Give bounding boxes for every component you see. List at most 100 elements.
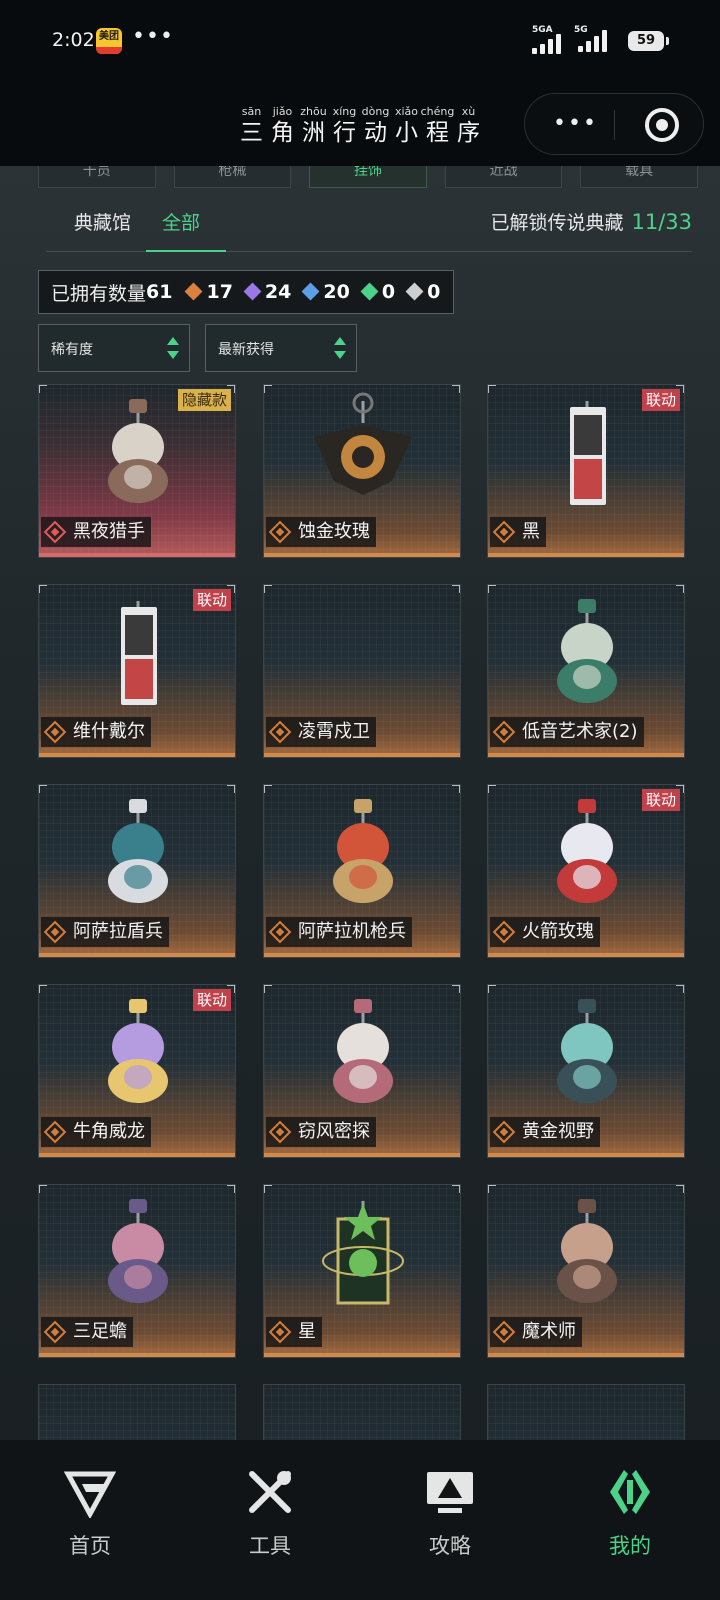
signal-5g-icon: [578, 28, 607, 52]
collection-page: 干员 枪械 挂饰 近战 载具 典藏馆 全部 已解锁传说典藏 11/33 已拥有数量 61 …: [0, 166, 720, 1440]
nav-label: 首页: [69, 1534, 111, 1558]
rabbit-spy-charm: [333, 999, 393, 1103]
charm-card[interactable]: 窃风密探: [263, 984, 461, 1158]
charm-name: 牛角威龙: [73, 1121, 145, 1142]
charm-card[interactable]: 阿萨拉盾兵: [38, 784, 236, 958]
rarity-diamond-icon: [268, 720, 292, 744]
rarity-bar: [39, 1153, 235, 1157]
title-char: xíng 行: [330, 105, 359, 147]
category-tabs: 干员 枪械 挂饰 近战 载具: [38, 166, 698, 188]
charm-card[interactable]: 联动 维什戴尔: [38, 584, 236, 758]
charm-card[interactable]: 联动黑: [487, 384, 685, 558]
nav-label: 攻略: [429, 1534, 471, 1558]
rarity-count: 24: [243, 281, 291, 303]
nav-item[interactable]: 首页: [0, 1440, 180, 1600]
signal-5ga-icon: [532, 30, 561, 54]
unlock-label: 已解锁传说典藏: [490, 212, 624, 234]
gunner-charm: [333, 799, 393, 903]
title-hanzi: 动: [364, 120, 387, 146]
charm-card[interactable]: 凌霄戍卫: [263, 584, 461, 758]
charm-name: 黑夜猎手: [73, 521, 145, 542]
card-corner-mark: [452, 1185, 460, 1193]
charm-tag-badge: 隐藏款: [177, 389, 231, 411]
tab-category[interactable]: 近战: [444, 166, 563, 188]
charm-name-label: 阿萨拉机枪兵: [266, 917, 412, 947]
title-pinyin: chéng: [420, 105, 455, 118]
tab-category[interactable]: 挂饰: [309, 166, 427, 188]
card-corner-mark: [676, 585, 684, 593]
charm-card[interactable]: 星: [263, 1184, 461, 1358]
battery-icon: 59: [628, 31, 669, 51]
card-corner-mark: [488, 985, 496, 993]
card-corner-mark: [488, 585, 496, 593]
charm-card[interactable]: 联动 火箭玫瑰: [487, 784, 685, 958]
charm-name-label: 窃风密探: [266, 1117, 376, 1147]
miniprogram-capsule: •••: [524, 93, 704, 155]
rarity-bar: [39, 953, 235, 957]
card-corner-mark: [452, 985, 460, 993]
card-corner-mark: [39, 1185, 47, 1193]
charm-name-label: 牛角威龙: [41, 1117, 151, 1147]
charm-name-label: 魔术师: [490, 1317, 582, 1347]
charm-card[interactable]: [487, 1384, 685, 1440]
rarity-count: 0: [360, 281, 395, 303]
charm-card[interactable]: 联动 牛角威龙: [38, 984, 236, 1158]
card-corner-mark: [264, 785, 272, 793]
title-char: jiǎo 角: [268, 105, 297, 147]
rarity-diamond-icon: [43, 1120, 67, 1144]
profile-logo-icon: [610, 1470, 650, 1514]
tab-category[interactable]: 干员: [38, 166, 156, 188]
tab-collection[interactable]: 典藏馆: [74, 208, 131, 235]
charm-name-label: 星: [266, 1317, 322, 1347]
title-pinyin: jiǎo: [272, 105, 293, 118]
card-background: [39, 1385, 235, 1440]
rarity-filter-select[interactable]: 稀有度: [38, 324, 190, 372]
card-corner-mark: [676, 1185, 684, 1193]
more-menu-button[interactable]: •••: [553, 113, 598, 135]
close-miniprogram-button[interactable]: [645, 108, 679, 142]
tab-all[interactable]: 全部: [162, 208, 200, 235]
charm-name: 火箭玫瑰: [522, 921, 594, 942]
nav-item[interactable]: 我的: [540, 1440, 720, 1600]
charm-name: 黄金视野: [522, 1121, 594, 1142]
charm-card[interactable]: 阿萨拉机枪兵: [263, 784, 461, 958]
rarity-diamond-icon: [492, 1120, 516, 1144]
nav-label: 工具: [249, 1534, 291, 1558]
subtab-bar: 典藏馆 全部 已解锁传说典藏 11/33: [46, 202, 692, 252]
title-char: zhōu 洲: [299, 105, 328, 147]
card-corner-mark: [39, 585, 47, 593]
card-corner-mark: [264, 1185, 272, 1193]
charm-card[interactable]: 黄金视野: [487, 984, 685, 1158]
charm-card[interactable]: [38, 1384, 236, 1440]
status-bar: 2:02 美团 ••• 5GA 5G 59: [0, 0, 720, 84]
rarity-diamond-icon: [43, 920, 67, 944]
title-pinyin: zhōu: [300, 105, 327, 118]
tab-category[interactable]: 枪械: [173, 166, 292, 188]
charm-card[interactable]: 魔术师: [487, 1184, 685, 1358]
charm-card[interactable]: 隐藏款黑夜猎手: [38, 384, 236, 558]
charm-card[interactable]: 三足蟾: [38, 1184, 236, 1358]
nav-item[interactable]: 工具: [180, 1440, 360, 1600]
sort-arrows-icon: [167, 337, 179, 359]
card-background: [264, 1385, 460, 1440]
charm-card[interactable]: 蚀金玫瑰: [263, 384, 461, 558]
rarity-bar: [264, 1153, 460, 1157]
star-frame-charm: [322, 1201, 404, 1305]
title-hanzi: 序: [457, 120, 480, 146]
charm-name: 阿萨拉机枪兵: [298, 921, 406, 942]
nav-item[interactable]: 攻略: [360, 1440, 540, 1600]
tab-category[interactable]: 载具: [580, 166, 698, 188]
card-corner-mark: [488, 1185, 496, 1193]
card-corner-mark: [227, 1185, 235, 1193]
card-corner-mark: [488, 785, 496, 793]
charm-card[interactable]: 低音艺术家(2): [487, 584, 685, 758]
rarity-count: 0: [405, 281, 440, 303]
bottom-nav: 首页 工具 攻略 我的: [0, 1440, 720, 1600]
owned-total: 61: [146, 281, 173, 303]
rarity-bar: [39, 753, 235, 757]
tools-icon: [249, 1471, 291, 1513]
title-pinyin: xíng: [332, 105, 357, 118]
sort-select[interactable]: 最新获得: [205, 324, 357, 372]
card-corner-mark: [227, 785, 235, 793]
charm-card[interactable]: [263, 1384, 461, 1440]
